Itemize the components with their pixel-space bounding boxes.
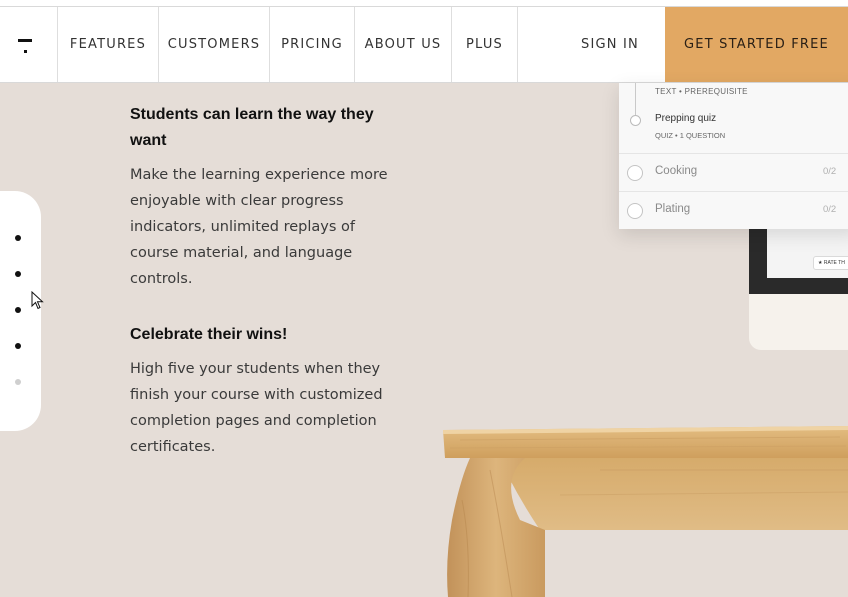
slide-pager — [0, 191, 41, 431]
pager-dot[interactable] — [15, 343, 21, 349]
section-label: Cooking — [655, 165, 698, 177]
quiz-meta: QUIZ • 1 QUESTION — [655, 131, 726, 140]
feature-heading: Students can learn the way they want — [130, 106, 374, 149]
feature-body: High five your students when they finish… — [130, 361, 383, 455]
section-label: Plating — [655, 203, 691, 215]
section-count: 0/2 — [823, 166, 837, 177]
feature-heading: Celebrate their wins! — [130, 326, 288, 343]
pager-dot[interactable] — [15, 379, 21, 385]
nav-features[interactable]: FEATURES — [58, 7, 159, 82]
nav-customers[interactable]: CUSTOMERS — [159, 7, 270, 82]
section-count: 0/2 — [823, 204, 837, 215]
nav-plus[interactable]: PLUS — [452, 7, 518, 82]
brand-logo-icon — [18, 39, 32, 55]
feature-body: Make the learning experience more enjoya… — [130, 167, 388, 287]
section-status-icon — [627, 165, 643, 181]
feature-block: Celebrate their wins! High five your stu… — [130, 322, 400, 460]
section-row-plating: Plating 0/2 — [619, 191, 848, 229]
section-row-cooking: Cooking 0/2 — [619, 153, 848, 191]
mouse-pointer-icon — [31, 291, 44, 310]
get-started-button[interactable]: GET STARTED FREE — [665, 7, 848, 82]
section-status-icon — [627, 203, 643, 219]
nav-about-us[interactable]: ABOUT US — [355, 7, 452, 82]
pager-dot[interactable] — [15, 271, 21, 277]
rate-button: ★ RATE TH — [813, 256, 848, 270]
timeline-line — [635, 83, 636, 117]
quiz-status-icon — [630, 115, 641, 126]
pager-dot[interactable] — [15, 307, 21, 313]
sign-in-link[interactable]: SIGN IN — [555, 7, 665, 82]
previous-lesson-meta: TEXT • PREREQUISITE — [655, 87, 748, 96]
feature-block: Students can learn the way they want Mak… — [130, 102, 400, 292]
quiz-title: Prepping quiz — [655, 113, 717, 124]
lesson-outline-card: TEXT • PREREQUISITE Prepping quiz QUIZ •… — [619, 83, 848, 229]
pager-dot[interactable] — [15, 235, 21, 241]
feature-text-column: Students can learn the way they want Mak… — [130, 102, 400, 460]
logo-link[interactable] — [0, 7, 58, 82]
nav-pricing[interactable]: PRICING — [270, 7, 355, 82]
top-navigation: FEATURES CUSTOMERS PRICING ABOUT US PLUS… — [0, 6, 848, 83]
